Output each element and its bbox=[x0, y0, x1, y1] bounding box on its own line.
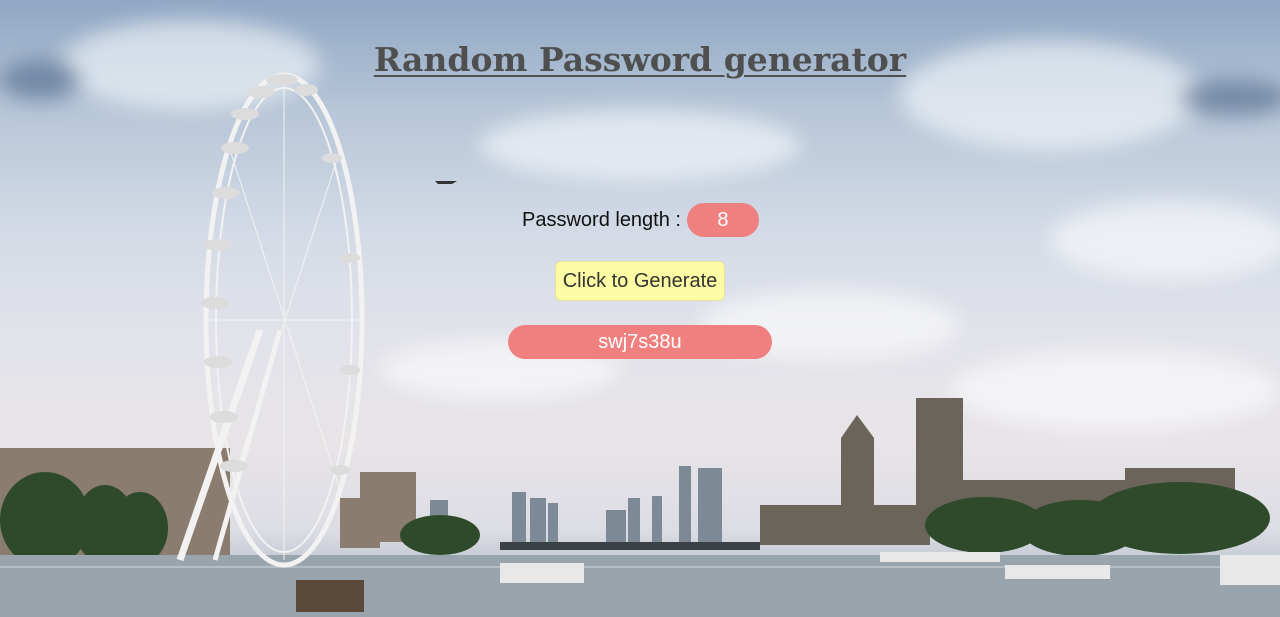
london-eye bbox=[176, 72, 365, 568]
password-length-input[interactable] bbox=[686, 203, 759, 237]
city-skyline-illustration bbox=[0, 72, 1280, 617]
river bbox=[0, 555, 1280, 617]
password-output-field[interactable] bbox=[508, 325, 772, 359]
generate-button[interactable]: Click to Generate bbox=[555, 261, 725, 301]
airplane-icon bbox=[435, 181, 457, 184]
background-image bbox=[0, 0, 1280, 617]
password-length-label: Password length : bbox=[522, 208, 681, 231]
bridge bbox=[500, 542, 760, 550]
password-length-row: Password length : bbox=[522, 203, 759, 237]
page-title: Random Password generator bbox=[373, 40, 907, 79]
